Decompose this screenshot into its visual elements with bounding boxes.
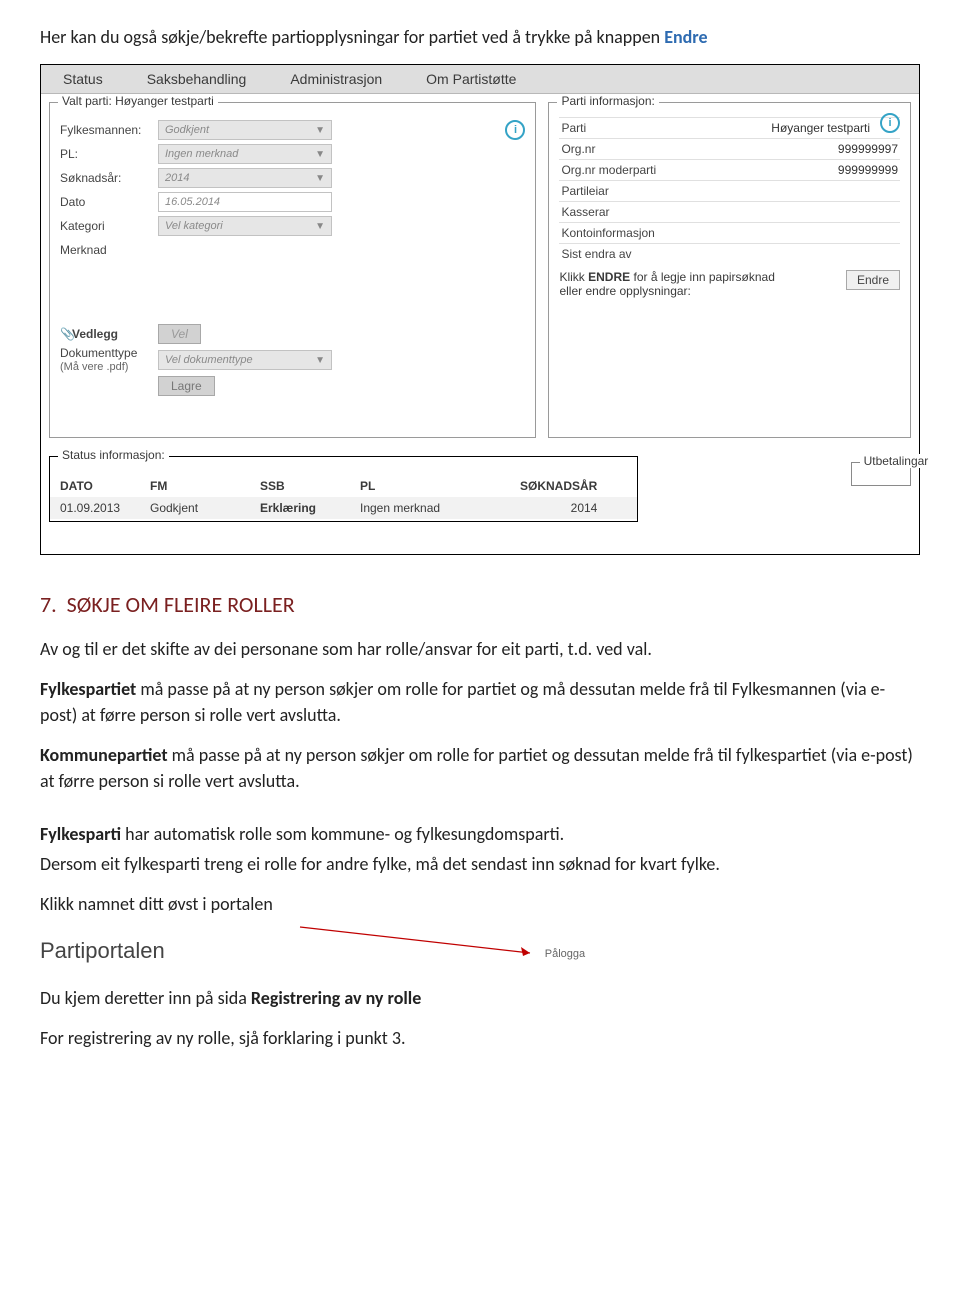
intro-text: Her kan du også søkje/bekrefte partioppl… <box>40 26 664 48</box>
status-table-header: DATO FM SSB PL SØKNADSÅR <box>50 479 637 497</box>
kv-parti-k: Parti <box>561 121 586 135</box>
vel-button[interactable]: Vel <box>158 324 201 344</box>
label-kategori: Kategori <box>60 219 150 233</box>
arrow-annotation <box>300 925 550 970</box>
p-skifte: Av og til er det skifte av dei personane… <box>40 636 920 662</box>
info-icon[interactable]: i <box>880 113 900 133</box>
p-for-registrering: For registrering av ny rolle, sjå forkla… <box>40 1025 920 1051</box>
label-pl: PL: <box>60 147 150 161</box>
screenshot-partiportalen: Partiportalen Pålogga <box>40 931 920 971</box>
select-dokumenttype[interactable]: Vel dokumenttype▼ <box>158 350 332 370</box>
chevron-down-icon: ▼ <box>315 125 325 136</box>
label-dokumenttype: Dokumenttype(Må vere .pdf) <box>60 347 150 373</box>
chevron-down-icon: ▼ <box>315 173 325 184</box>
tab-bar: Status Saksbehandling Administrasjon Om … <box>41 65 919 94</box>
select-kategori[interactable]: Vel kategori▼ <box>158 216 332 236</box>
panel-legend-utbet: Utbetalingar <box>860 454 933 468</box>
label-vedlegg: 📎Vedlegg <box>60 327 150 341</box>
tab-status[interactable]: Status <box>41 65 125 93</box>
lagre-button[interactable]: Lagre <box>158 376 215 396</box>
panel-status-info: Status informasjon: DATO FM SSB PL SØKNA… <box>49 456 638 522</box>
select-fylkesmannen[interactable]: Godkjent▼ <box>158 120 332 140</box>
chevron-down-icon: ▼ <box>315 355 325 366</box>
paperclip-icon: 📎 <box>60 327 70 341</box>
kv-orgnr-v: 999999997 <box>838 142 898 156</box>
kv-partileiar-k: Partileiar <box>561 184 608 198</box>
p-kommunepartiet: Kommunepartiet må passe på at ny person … <box>40 742 920 794</box>
label-dato: Dato <box>60 195 150 209</box>
section-heading: 7. SØKJE OM FLEIRE ROLLER <box>40 591 920 618</box>
kv-kasserar-k: Kasserar <box>561 205 609 219</box>
info-icon[interactable]: i <box>505 120 525 140</box>
kv-konto-k: Kontoinformasjon <box>561 226 654 240</box>
kv-orgnrmoder-k: Org.nr moderparti <box>561 163 656 177</box>
p-fylkesparti2: Dersom eit fylkesparti treng ei rolle fo… <box>40 851 920 877</box>
status-table-row: 01.09.2013 Godkjent Erklæring Ingen merk… <box>50 497 637 519</box>
select-pl[interactable]: Ingen merknad▼ <box>158 144 332 164</box>
intro-paragraph: Her kan du også søkje/bekrefte partioppl… <box>40 24 920 50</box>
input-dato[interactable]: 16.05.2014 <box>158 192 332 212</box>
panel-legend-left: Valt parti: Høyanger testparti <box>58 94 218 108</box>
kv-orgnr-k: Org.nr <box>561 142 595 156</box>
p-klikk-namnet: Klikk namnet ditt øvst i portalen <box>40 891 920 917</box>
tab-saksbehandling[interactable]: Saksbehandling <box>125 65 269 93</box>
intro-endre: Endre <box>664 26 707 48</box>
label-fylkesmannen: Fylkesmannen: <box>60 123 150 137</box>
panel-legend-status: Status informasjon: <box>58 448 169 462</box>
tab-om-partistotte[interactable]: Om Partistøtte <box>404 65 538 93</box>
p-du-kjem: Du kjem deretter inn på sida Registrerin… <box>40 985 920 1011</box>
label-merknad: Merknad <box>60 243 150 257</box>
screenshot-main: Status Saksbehandling Administrasjon Om … <box>40 64 920 555</box>
endre-button[interactable]: Endre <box>846 270 900 290</box>
p-fylkesparti: Fylkesparti har automatisk rolle som kom… <box>40 821 920 847</box>
panel-legend-right: Parti informasjon: <box>557 94 658 108</box>
tab-administrasjon[interactable]: Administrasjon <box>268 65 404 93</box>
select-soknadsar[interactable]: 2014▼ <box>158 168 332 188</box>
chevron-down-icon: ▼ <box>315 221 325 232</box>
p-fylkespartiet: Fylkespartiet må passe på at ny person s… <box>40 676 920 728</box>
chevron-down-icon: ▼ <box>315 149 325 160</box>
palogga-label[interactable]: Pålogga <box>545 942 585 960</box>
kv-sistendra-k: Sist endra av <box>561 247 631 261</box>
kv-orgnrmoder-v: 999999999 <box>838 163 898 177</box>
panel-parti-info: Parti informasjon: i PartiHøyanger testp… <box>548 102 911 438</box>
kv-parti-v: Høyanger testparti <box>771 121 870 135</box>
partiportalen-title: Partiportalen <box>40 938 165 964</box>
panel-utbetalingar: Utbetalingar <box>851 462 911 486</box>
endre-note: Klikk ENDRE for å legje inn papirsøknad … <box>559 270 799 298</box>
panel-valt-parti: Valt parti: Høyanger testparti Fylkesman… <box>49 102 536 438</box>
label-soknadsar: Søknadsår: <box>60 171 150 185</box>
